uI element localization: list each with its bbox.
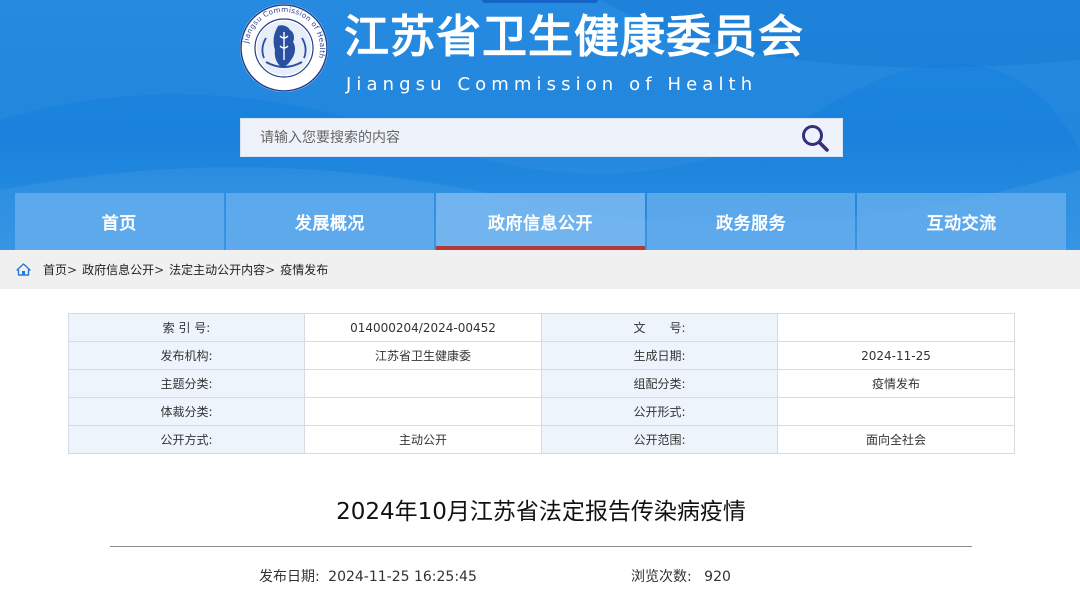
nav-item-overview[interactable]: 发展概况 xyxy=(225,193,435,250)
meta-value-disclosure-method: 主动公开 xyxy=(304,425,542,454)
publish-date-value: 2024-11-25 16:25:45 xyxy=(328,569,477,585)
logo-emblem-icon[interactable]: Jiangsu Commission of Health xyxy=(238,2,330,94)
breadcrumb-separator: > xyxy=(265,262,276,277)
title-divider xyxy=(110,546,972,547)
meta-label-topic: 主题分类: xyxy=(68,369,305,398)
meta-value-genre xyxy=(304,397,542,426)
article-title: 2024年10月江苏省法定报告传染病疫情 xyxy=(336,499,746,525)
site-title-chinese: 江苏省卫生健康委员会 xyxy=(344,10,805,63)
table-row: 发布机构: 江苏省卫生健康委 生成日期: 2024-11-25 xyxy=(68,341,1015,370)
meta-label-category: 组配分类: xyxy=(541,369,778,398)
site-title-english: Jiangsu Commission of Health xyxy=(346,74,758,95)
search-button[interactable] xyxy=(796,121,834,154)
table-row: 索 引 号: 014000204/2024-00452 文 号: xyxy=(68,313,1015,342)
breadcrumb-item-statutory[interactable]: 法定主动公开内容 xyxy=(169,261,265,278)
publish-info: 发布日期: 2024-11-25 16:25:45 xyxy=(259,566,477,588)
breadcrumb-separator: > xyxy=(67,262,78,277)
nav-item-interaction[interactable]: 互动交流 xyxy=(857,193,1066,250)
meta-value-category: 疫情发布 xyxy=(777,369,1015,398)
breadcrumb-separator: > xyxy=(154,262,165,277)
search-bar xyxy=(240,118,843,157)
view-count-info: 浏览次数: 920 xyxy=(631,566,731,588)
meta-label-index: 索 引 号: xyxy=(68,313,305,342)
meta-value-disclosure-form xyxy=(777,397,1015,426)
home-icon[interactable] xyxy=(16,263,31,276)
meta-value-index: 014000204/2024-00452 xyxy=(304,313,542,342)
breadcrumb-item-gov-info[interactable]: 政府信息公开 xyxy=(82,261,154,278)
nav-item-home[interactable]: 首页 xyxy=(15,193,224,250)
table-row: 公开方式: 主动公开 公开范围: 面向全社会 xyxy=(68,425,1015,454)
top-accent-bar xyxy=(482,0,598,3)
metadata-table: 索 引 号: 014000204/2024-00452 文 号: 发布机构: 江… xyxy=(68,313,1015,454)
search-icon xyxy=(802,124,829,152)
meta-label-disclosure-form: 公开形式: xyxy=(541,397,778,426)
meta-label-disclosure-scope: 公开范围: xyxy=(541,425,778,454)
meta-label-genre: 体裁分类: xyxy=(68,397,305,426)
publish-date-label: 发布日期: xyxy=(259,569,320,585)
breadcrumb-item-epidemic[interactable]: 疫情发布 xyxy=(280,261,328,278)
breadcrumb: 首页 > 政府信息公开 > 法定主动公开内容 > 疫情发布 xyxy=(16,250,328,289)
search-input[interactable] xyxy=(241,119,781,156)
breadcrumb-item-home[interactable]: 首页 xyxy=(43,261,67,278)
nav-item-gov-services[interactable]: 政务服务 xyxy=(646,193,856,250)
meta-value-publisher: 江苏省卫生健康委 xyxy=(304,341,542,370)
meta-label-disclosure-method: 公开方式: xyxy=(68,425,305,454)
meta-value-created-date: 2024-11-25 xyxy=(777,341,1015,370)
meta-label-publisher: 发布机构: xyxy=(68,341,305,370)
view-count-label: 浏览次数: xyxy=(631,569,692,585)
main-nav: 首页 发展概况 政府信息公开 政务服务 互动交流 xyxy=(15,193,1066,250)
nav-item-gov-info[interactable]: 政府信息公开 xyxy=(436,193,645,250)
meta-value-doc-number xyxy=(777,313,1015,342)
meta-value-topic xyxy=(304,369,542,398)
meta-value-disclosure-scope: 面向全社会 xyxy=(777,425,1015,454)
meta-label-doc-number: 文 号: xyxy=(541,313,778,342)
site-header: Jiangsu Commission of Health 江苏省卫生健康委员会 … xyxy=(0,0,1080,250)
meta-label-created-date: 生成日期: xyxy=(541,341,778,370)
table-row: 主题分类: 组配分类: 疫情发布 xyxy=(68,369,1015,398)
breadcrumb-bar: 首页 > 政府信息公开 > 法定主动公开内容 > 疫情发布 xyxy=(0,250,1080,289)
view-count-value: 920 xyxy=(704,569,731,585)
table-row: 体裁分类: 公开形式: xyxy=(68,397,1015,426)
